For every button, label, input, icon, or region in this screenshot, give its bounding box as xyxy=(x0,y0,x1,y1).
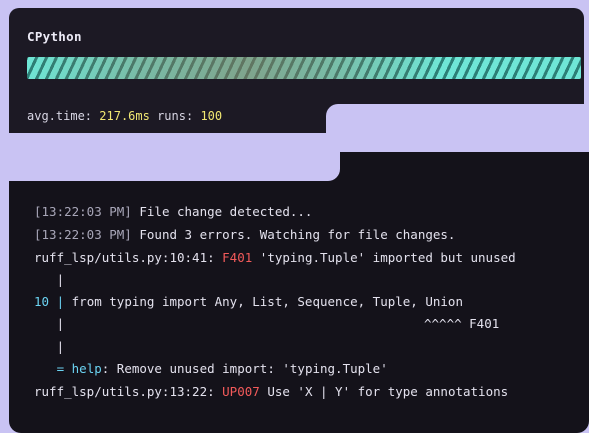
source-line-number: 10 xyxy=(34,294,50,309)
source-line: 10 | from typing import Any, List, Seque… xyxy=(34,294,463,309)
avg-time-value: 217.6ms xyxy=(99,109,150,123)
log-text: Found 3 errors. Watching for file change… xyxy=(131,227,456,242)
gutter-line: | xyxy=(34,316,65,331)
benchmark-title: CPython xyxy=(27,29,82,44)
runs-label: runs: xyxy=(157,109,194,123)
help-label: help xyxy=(71,361,102,376)
log-text: File change detected... xyxy=(131,204,313,219)
error-message: Use 'X | Y' for type annotations xyxy=(259,384,509,399)
log-line: [13:22:03 PM] File change detected... xyxy=(34,204,312,219)
help-text: : Remove unused import: 'typing.Tuple' xyxy=(101,361,388,376)
benchmark-stats: avg.time: 217.6ms runs: 100 xyxy=(27,109,222,123)
panel-cutout xyxy=(0,133,340,181)
error-code: UP007 xyxy=(222,384,260,399)
error-code: F401 xyxy=(222,250,253,265)
log-timestamp: [13:22:03 PM] xyxy=(34,204,132,219)
help-prefix: = xyxy=(34,361,72,376)
error-line: ruff_lsp/utils.py:10:41: F401 'typing.Tu… xyxy=(34,250,516,265)
error-location: ruff_lsp/utils.py:13:22: xyxy=(34,384,223,399)
gutter-line: | xyxy=(34,339,65,354)
source-line-code: from typing import Any, List, Sequence, … xyxy=(71,294,463,309)
source-line-separator: | xyxy=(49,294,72,309)
runs-value: 100 xyxy=(200,109,223,123)
error-message: 'typing.Tuple' imported but unused xyxy=(252,250,516,265)
help-line: = help: Remove unused import: 'typing.Tu… xyxy=(34,361,388,376)
log-timestamp: [13:22:03 PM] xyxy=(34,227,132,242)
panel-cutout xyxy=(326,104,589,152)
progress-bar-fill xyxy=(27,57,581,79)
avg-time-label: avg.time: xyxy=(27,109,93,123)
error-location: ruff_lsp/utils.py:10:41: xyxy=(34,250,223,265)
log-line: [13:22:03 PM] Found 3 errors. Watching f… xyxy=(34,227,455,242)
progress-bar xyxy=(27,57,581,79)
error-line: ruff_lsp/utils.py:13:22: UP007 Use 'X | … xyxy=(34,384,508,399)
caret-marker: ^^^^^ F401 xyxy=(424,316,500,331)
gutter-line: | xyxy=(34,272,65,287)
